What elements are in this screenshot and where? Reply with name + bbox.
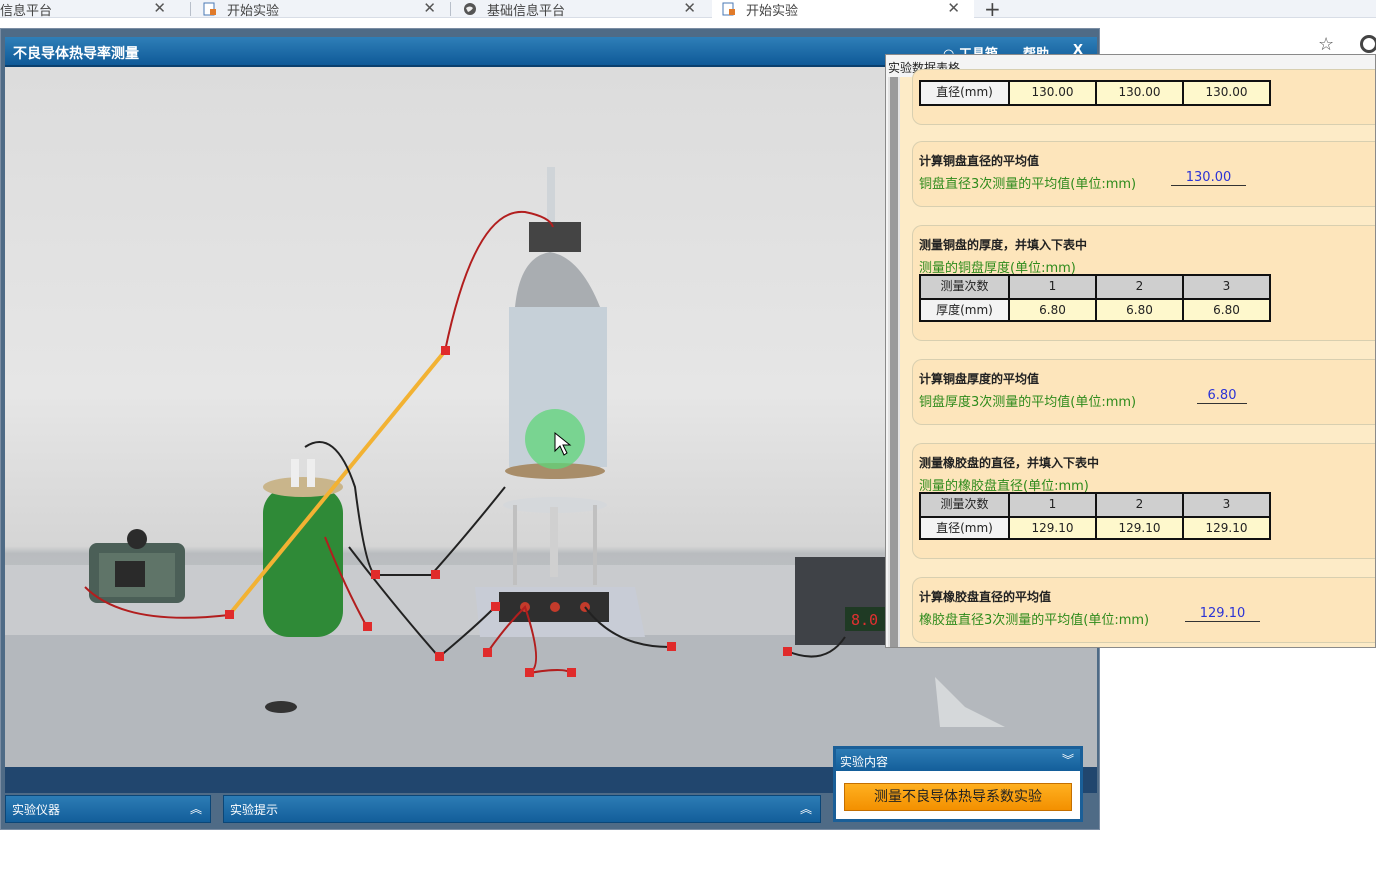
chevron-up-icon: ︽ [799,802,812,816]
value-cell[interactable]: 130.00 [1182,82,1269,104]
page-icon [203,2,217,16]
page-icon [722,2,736,16]
scrollbar-thumb[interactable] [890,77,898,647]
table-row: 厚度(mm) 6.80 6.80 6.80 [921,298,1269,320]
copper-diameter-card: 直径(mm) 130.00 130.00 130.00 [912,69,1375,125]
instruments-panel-toggle[interactable]: 实验仪器 ︽ [5,795,211,823]
card-title: 计算铜盘厚度的平均值 [919,372,1040,386]
column-header: 1 [1008,276,1095,298]
close-icon[interactable]: ✕ [153,0,166,17]
data-table-window: 实验数据表格 直径(mm) 130.00 130.00 130.00 计算铜盘直… [885,54,1376,648]
meter-reading: 8.0 [851,611,878,629]
tab-info-platform[interactable]: 信息平台 ✕ [0,0,180,19]
value-cell[interactable]: 130.00 [1008,82,1095,104]
value-cell[interactable]: 6.80 [1182,300,1269,320]
close-icon[interactable]: ✕ [423,0,436,17]
rubber-diameter-card: 测量橡胶盘的直径，并填入下表中 测量的橡胶盘直径(单位:mm) 测量次数 1 2… [912,443,1375,559]
card-subtitle: 橡胶盘直径3次测量的平均值(单位:mm) [919,613,1150,628]
column-header: 1 [1008,494,1095,516]
copper-diameter-table: 直径(mm) 130.00 130.00 130.00 [919,80,1271,106]
copper-diameter-average-card: 计算铜盘直径的平均值 铜盘直径3次测量的平均值(单位:mm) 130.00 [912,141,1375,207]
table-row: 直径(mm) 130.00 130.00 130.00 [921,82,1269,104]
tab-label: 信息平台 [0,3,53,19]
close-icon[interactable]: ✕ [947,0,960,17]
column-header: 3 [1182,494,1269,516]
tab-start-experiment-1[interactable]: 开始实验 ✕ [193,0,450,19]
tab-label: 基础信息平台 [487,3,566,19]
column-header: 2 [1095,276,1182,298]
experiment-content-header[interactable]: 实验内容 ︾ [836,749,1080,771]
row-label: 直径(mm) [921,82,1008,104]
copper-thickness-card: 测量铜盘的厚度，并填入下表中 测量的铜盘厚度(单位:mm) 测量次数 1 2 3… [912,225,1375,341]
rubber-diameter-table: 测量次数 1 2 3 直径(mm) 129.10 129.10 129.10 [919,492,1271,540]
chevron-down-icon: ︾ [1061,753,1074,767]
average-value-field[interactable]: 130.00 [1171,170,1246,186]
globe-icon [463,2,477,16]
value-cell[interactable]: 129.10 [1182,518,1269,538]
card-subtitle: 铜盘直径3次测量的平均值(单位:mm) [919,177,1137,192]
browser-tab-strip: 信息平台 ✕ 开始实验 ✕ 基础信息平台 ✕ 开始实验 ✕ + [0,0,1376,21]
rubber-diameter-average-card: 计算橡胶盘直径的平均值 橡胶盘直径3次测量的平均值(单位:mm) 129.10 [912,577,1375,643]
bookmark-star-icon[interactable]: ☆ [1318,34,1334,55]
close-icon[interactable]: ✕ [683,0,696,17]
tab-start-experiment-2[interactable]: 开始实验 ✕ [712,0,974,19]
card-title: 计算橡胶盘直径的平均值 [919,590,1052,604]
tab-separator [450,2,451,16]
table-row: 直径(mm) 129.10 129.10 129.10 [921,516,1269,538]
value-cell[interactable]: 6.80 [1008,300,1095,320]
row-label: 厚度(mm) [921,300,1008,320]
copper-thickness-average-card: 计算铜盘厚度的平均值 铜盘厚度3次测量的平均值(单位:mm) 6.80 [912,359,1375,425]
tab-label: 开始实验 [227,3,280,19]
experiment-content-label: 实验内容 [840,755,889,769]
hints-label: 实验提示 [230,803,279,817]
value-cell[interactable]: 129.10 [1095,518,1182,538]
column-header: 2 [1095,494,1182,516]
table-header-row: 测量次数 1 2 3 [921,276,1269,298]
hints-panel-toggle[interactable]: 实验提示 ︽ [223,795,821,823]
value-cell[interactable]: 6.80 [1095,300,1182,320]
column-header: 测量次数 [921,494,1008,516]
average-value-field[interactable]: 129.10 [1185,606,1260,622]
tab-basic-info-platform[interactable]: 基础信息平台 ✕ [453,0,710,19]
card-title: 测量橡胶盘的直径，并填入下表中 [919,456,1100,470]
chevron-up-icon: ︽ [189,802,202,816]
column-header: 测量次数 [921,276,1008,298]
tab-label: 开始实验 [746,3,799,19]
run-experiment-button[interactable]: 测量不良导体热导系数实验 [844,783,1072,811]
heat-source-cylinder[interactable] [263,459,343,637]
row-label: 直径(mm) [921,518,1008,538]
average-value-field[interactable]: 6.80 [1197,388,1247,404]
new-tab-button[interactable]: + [984,0,1001,21]
experiment-content-panel: 实验内容 ︾ 测量不良导体热导系数实验 [833,746,1083,822]
voltage-regulator[interactable] [89,529,185,603]
card-subtitle: 铜盘厚度3次测量的平均值(单位:mm) [919,395,1137,410]
copper-thickness-table: 测量次数 1 2 3 厚度(mm) 6.80 6.80 6.80 [919,274,1271,322]
tab-separator [190,2,191,16]
table-header-row: 测量次数 1 2 3 [921,494,1269,516]
value-cell[interactable]: 129.10 [1008,518,1095,538]
simulation-title: 不良导体热导率测量 [13,46,139,62]
card-title: 计算铜盘直径的平均值 [919,154,1040,168]
instruments-label: 实验仪器 [12,803,61,817]
digital-meter[interactable]: 8.0 [795,557,895,645]
thermometer-probe[interactable] [265,701,297,713]
value-cell[interactable]: 130.00 [1095,82,1182,104]
card-title: 测量铜盘的厚度，并填入下表中 [919,238,1088,252]
profile-icon[interactable] [1360,35,1376,53]
column-header: 3 [1182,276,1269,298]
